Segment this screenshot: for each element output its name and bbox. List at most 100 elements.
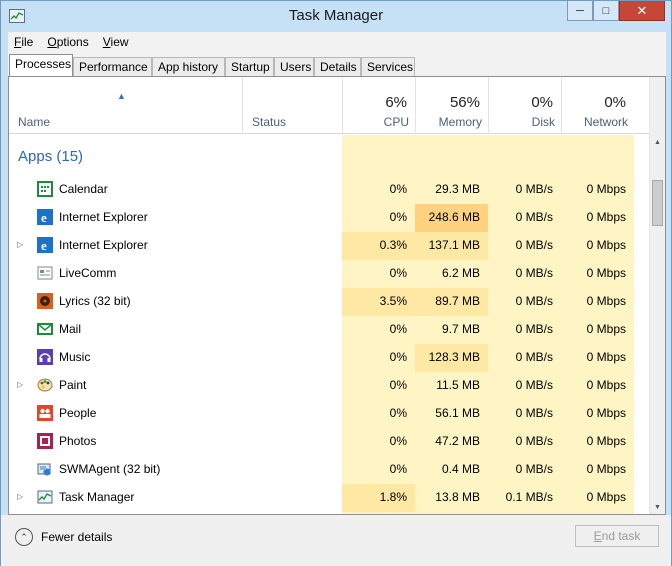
process-network-value: 0 Mbps: [586, 434, 626, 448]
process-disk-value: 0 MB/s: [515, 210, 553, 224]
fewer-details-link[interactable]: Fewer details: [41, 530, 112, 544]
menu-file-label: ile: [21, 35, 34, 49]
expand-arrow-icon[interactable]: ▷: [17, 240, 23, 249]
tab-startup[interactable]: Startup: [225, 57, 274, 77]
process-disk-value: 0 MB/s: [515, 266, 553, 280]
process-cpu-value: 3.5%: [379, 294, 407, 308]
process-disk-value: 0 MB/s: [515, 238, 553, 252]
process-disk-value: 0 MB/s: [515, 350, 553, 364]
process-memory-value: 89.7 MB: [435, 294, 480, 308]
process-network-value: 0 Mbps: [586, 182, 626, 196]
chevron-up-circle-icon[interactable]: ⌃: [15, 528, 33, 546]
maximize-icon: □: [602, 4, 610, 17]
process-name: Task Manager: [59, 490, 135, 504]
expand-arrow-icon[interactable]: ▷: [17, 380, 23, 389]
disk-total-percent: 0%: [531, 94, 553, 111]
window-controls: ─ □ ✕: [567, 1, 665, 21]
process-row[interactable]: LiveComm 0% 6.2 MB 0 MB/s 0 Mbps: [9, 260, 651, 288]
close-button[interactable]: ✕: [619, 1, 665, 21]
process-network-value: 0 Mbps: [586, 210, 626, 224]
process-cpu-value: 0%: [389, 462, 407, 476]
process-network-value: 0 Mbps: [586, 490, 626, 504]
paint-palette-icon: [37, 377, 53, 393]
process-name: Calendar: [59, 182, 108, 196]
column-name-header[interactable]: ▲ Name: [9, 77, 242, 134]
vertical-scrollbar[interactable]: ▲ ▼: [649, 77, 665, 514]
tab-app-history[interactable]: App history: [152, 57, 225, 77]
process-disk-value: 0 MB/s: [515, 406, 553, 420]
menu-options[interactable]: Options: [47, 35, 88, 49]
process-memory-value: 13.8 MB: [435, 490, 480, 504]
process-list: Apps (15) Calendar 0% 29.3 MB 0 MB/s 0 Mbps e…: [9, 135, 651, 514]
column-memory-header[interactable]: 56% Memory: [415, 77, 488, 134]
apps-group-label[interactable]: Apps (15): [18, 148, 83, 165]
menu-view[interactable]: View: [103, 35, 129, 49]
memory-total-percent: 56%: [449, 94, 480, 111]
process-row[interactable]: ▷ Task Manager 1.8% 13.8 MB 0.1 MB/s 0 Mbps: [9, 484, 651, 512]
process-disk-value: 0.1 MB/s: [505, 490, 553, 504]
process-row[interactable]: Calendar 0% 29.3 MB 0 MB/s 0 Mbps: [9, 176, 651, 204]
processes-panel: ▲ Name Status 6% CPU 56% Memory 0% Disk …: [8, 76, 666, 515]
process-cpu-value: 0%: [389, 378, 407, 392]
process-memory-value: 47.2 MB: [435, 434, 480, 448]
maximize-button[interactable]: □: [593, 1, 619, 21]
photos-icon: [37, 433, 53, 449]
tab-strip: Processes Performance App history Startu…: [8, 52, 666, 77]
process-row[interactable]: e Internet Explorer 0% 248.6 MB 0 MB/s 0 Mbps: [9, 204, 651, 232]
process-network-value: 0 Mbps: [586, 406, 626, 420]
svg-text:e: e: [41, 210, 47, 225]
process-disk-value: 0 MB/s: [515, 294, 553, 308]
process-memory-value: 11.5 MB: [436, 378, 480, 392]
process-cpu-value: 0%: [389, 350, 407, 364]
process-disk-value: 0 MB/s: [515, 182, 553, 196]
tab-performance[interactable]: Performance: [73, 57, 152, 77]
expand-arrow-icon[interactable]: ▷: [17, 492, 23, 501]
tab-details[interactable]: Details: [314, 57, 361, 77]
process-network-value: 0 Mbps: [586, 266, 626, 280]
process-cpu-value: 0%: [389, 210, 407, 224]
column-network-label: Network: [583, 115, 628, 129]
process-network-value: 0 Mbps: [586, 350, 626, 364]
process-memory-value: 0.4 MB: [441, 462, 480, 476]
end-task-button[interactable]: End task: [575, 525, 659, 547]
process-row[interactable]: Music 0% 128.3 MB 0 MB/s 0 Mbps: [9, 344, 651, 372]
column-status-header[interactable]: Status: [242, 77, 342, 134]
column-cpu-label: CPU: [383, 115, 409, 129]
process-memory-value: 137.1 MB: [428, 238, 480, 252]
process-row[interactable]: People 0% 56.1 MB 0 MB/s 0 Mbps: [9, 400, 651, 428]
internet-explorer-icon: e: [37, 237, 53, 253]
menu-bar: File Options View: [8, 32, 666, 52]
tab-services[interactable]: Services: [361, 57, 415, 77]
process-row[interactable]: Lyrics (32 bit) 3.5% 89.7 MB 0 MB/s 0 Mbps: [9, 288, 651, 316]
process-name: Lyrics (32 bit): [59, 294, 131, 308]
end-task-accesskey: E: [593, 529, 602, 543]
menu-file[interactable]: File: [14, 35, 33, 49]
cpu-total-percent: 6%: [385, 94, 407, 111]
footer-bar: ⌃ Fewer details End task: [1, 515, 671, 566]
end-task-label: nd task: [601, 529, 641, 543]
task-manager-window: Task Manager ─ □ ✕ File Options View Pro…: [0, 0, 672, 566]
process-row[interactable]: Photos 0% 47.2 MB 0 MB/s 0 Mbps: [9, 428, 651, 456]
process-network-value: 0 Mbps: [586, 238, 626, 252]
process-row[interactable]: Mail 0% 9.7 MB 0 MB/s 0 Mbps: [9, 316, 651, 344]
process-row[interactable]: ▷ e Internet Explorer 0.3% 137.1 MB 0 MB/s 0 M…: [9, 232, 651, 260]
process-row[interactable]: ▷ Paint 0% 11.5 MB 0 MB/s 0 Mbps: [9, 372, 651, 400]
process-name: LiveComm: [59, 266, 117, 280]
process-disk-value: 0 MB/s: [515, 378, 553, 392]
tab-users[interactable]: Users: [274, 57, 314, 77]
process-name: Mail: [59, 322, 82, 336]
scroll-down-arrow-icon[interactable]: ▼: [650, 500, 665, 514]
title-bar[interactable]: Task Manager ─ □ ✕: [1, 1, 671, 32]
column-disk-header[interactable]: 0% Disk: [488, 77, 561, 134]
process-row[interactable]: SWMAgent (32 bit) 0% 0.4 MB 0 MB/s 0 Mbps: [9, 456, 651, 484]
process-memory-value: 29.3 MB: [435, 182, 480, 196]
process-disk-value: 0 MB/s: [515, 322, 553, 336]
minimize-button[interactable]: ─: [567, 1, 593, 21]
tab-processes[interactable]: Processes: [9, 54, 73, 77]
column-network-header[interactable]: 0% Network: [561, 77, 634, 134]
scrollbar-thumb[interactable]: [652, 180, 663, 226]
scroll-up-arrow-icon[interactable]: ▲: [650, 135, 665, 151]
process-cpu-value: 0.3%: [379, 238, 407, 252]
process-cpu-value: 0%: [389, 406, 407, 420]
column-cpu-header[interactable]: 6% CPU: [342, 77, 415, 134]
